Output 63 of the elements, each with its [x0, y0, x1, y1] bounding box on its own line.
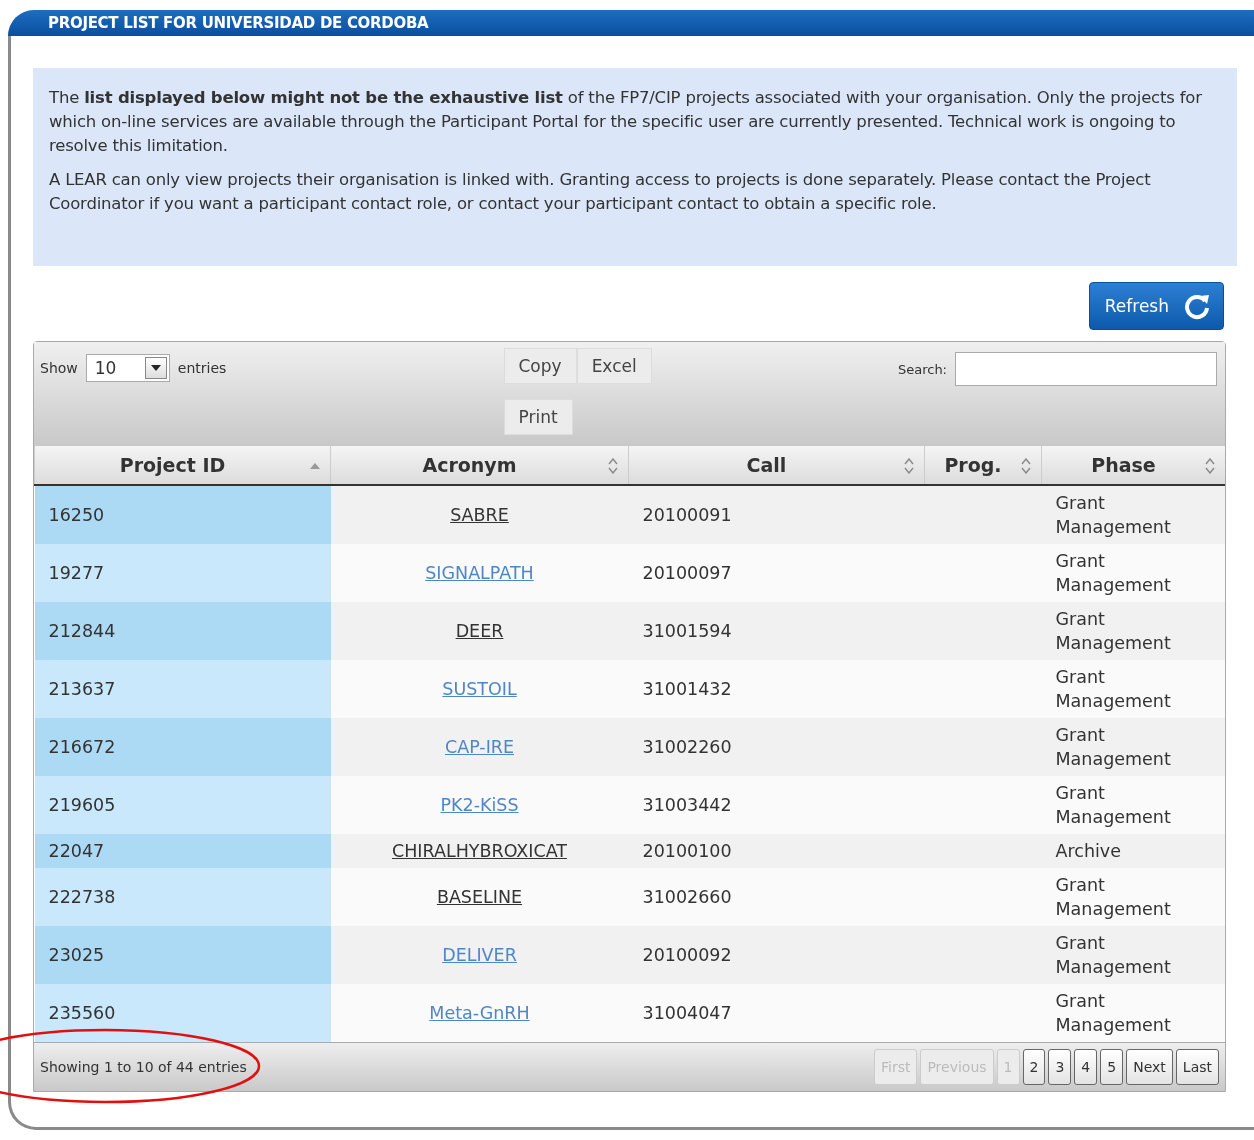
column-header[interactable]: Acronym [330, 446, 629, 485]
page-size-select[interactable]: 10 [85, 354, 170, 382]
table-cell: 20100097 [628, 544, 925, 602]
table-cell: 212844 [34, 602, 331, 660]
table-cell: 20100100 [628, 834, 925, 868]
acronym-link[interactable]: DEER [455, 621, 504, 641]
refresh-button[interactable]: Refresh [1088, 282, 1224, 330]
table-cell: 31003442 [628, 776, 925, 834]
notice-text: The list displayed below might not be the exhaustive list of the FP7/CIP projects associated with your organisation. Only the projects for which on-line services are available through the Participant Portal for the specific user are currently presented. Technical work is ongoing to resolve this limitation. [49, 87, 1203, 157]
pagination-button[interactable]: 2 [1022, 1049, 1046, 1085]
pagination-button[interactable]: 5 [1100, 1049, 1124, 1085]
table-cell: 31001432 [628, 660, 925, 718]
refresh-icon [1183, 292, 1211, 320]
table-cell: 31002660 [628, 868, 925, 926]
table-cell: 22047 [34, 834, 331, 868]
table-cell: 31002260 [628, 718, 925, 776]
entries-label: entries [177, 359, 227, 376]
dropdown-caret-icon [150, 365, 161, 371]
table-cell: Grant Management [1041, 868, 1225, 926]
table-cell: Grant Management [1041, 776, 1225, 834]
column-header[interactable]: Phase [1041, 446, 1225, 485]
acronym-link[interactable]: Meta-GnRH [429, 1003, 530, 1023]
column-header[interactable]: Project ID [34, 446, 331, 485]
export-button[interactable]: Print [503, 399, 573, 435]
table-cell: 20100092 [628, 926, 925, 984]
acronym-link[interactable]: PK2-KiSS [440, 795, 519, 815]
pagination-button[interactable]: 4 [1074, 1049, 1098, 1085]
table-cell: Grant Management [1041, 660, 1225, 718]
table-cell: Archive [1041, 834, 1225, 868]
table-cell: Grant Management [1041, 926, 1225, 984]
pagination-button[interactable]: Last [1175, 1049, 1219, 1085]
table-cell: 219605 [34, 776, 331, 834]
acronym-link[interactable]: SUSTOIL [442, 679, 517, 699]
notice-text: A LEAR can only view projects their organisation is linked with. Granting access to projects is done separately. Please contact the Project Coordinator if you want a participant contact role, or contact your participant contact to obtain a specific role. [49, 169, 1152, 215]
export-button[interactable]: Excel [576, 348, 652, 384]
table-cell: Grant Management [1041, 984, 1225, 1042]
table-cell: 235560 [34, 984, 331, 1042]
show-label: Show [40, 359, 78, 376]
table-cell: Grant Management [1041, 485, 1225, 544]
search-label: Search: [897, 361, 947, 377]
entries-info: Showing 1 to 10 of 44 entries [40, 1059, 247, 1075]
table-cell: 23025 [34, 926, 331, 984]
table-cell: 31004047 [628, 984, 925, 1042]
table-cell: 20100091 [628, 485, 925, 544]
search-field[interactable] [955, 352, 1217, 386]
acronym-link[interactable]: SABRE [450, 505, 509, 525]
table-cell: Grant Management [1041, 544, 1225, 602]
panel-title: PROJECT LIST FOR UNIVERSIDAD DE CORDOBA [48, 14, 429, 32]
column-header[interactable]: Call [628, 446, 925, 485]
acronym-link[interactable]: SIGNALPATH [425, 563, 534, 583]
table-cell: Grant Management [1041, 602, 1225, 660]
table-cell: 16250 [34, 485, 331, 544]
table-cell: 19277 [34, 544, 331, 602]
column-header[interactable]: Prog. [924, 446, 1042, 485]
table-cell: 31001594 [628, 602, 925, 660]
table-cell: 213637 [34, 660, 331, 718]
pagination-button[interactable]: 3 [1048, 1049, 1072, 1085]
acronym-link[interactable]: BASELINE [436, 887, 523, 907]
pagination-button[interactable]: Next [1126, 1049, 1173, 1085]
table-cell: Grant Management [1041, 718, 1225, 776]
table-cell: 216672 [34, 718, 331, 776]
export-button[interactable]: Copy [503, 348, 577, 384]
table-cell: 222738 [34, 868, 331, 926]
